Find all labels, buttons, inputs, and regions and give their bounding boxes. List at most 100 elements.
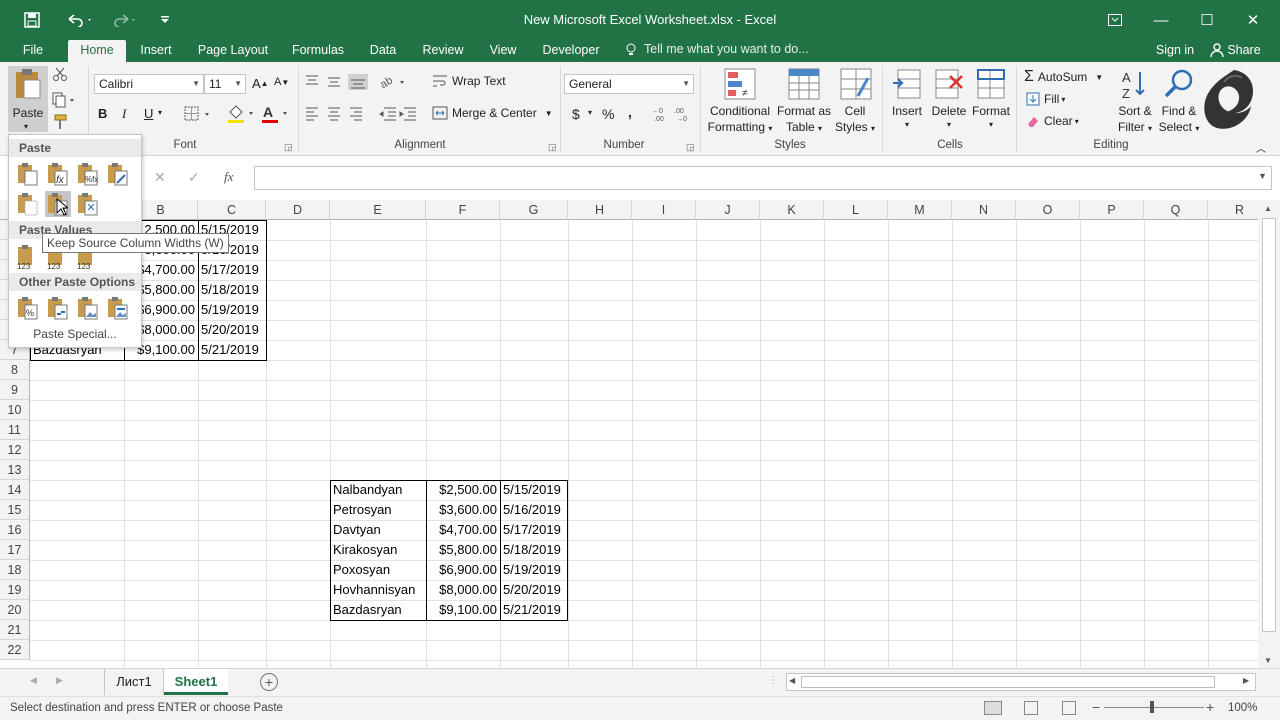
tab-review[interactable]: Review xyxy=(418,40,468,62)
row-header[interactable]: 19 xyxy=(0,580,30,600)
tab-split-handle[interactable]: ⋮ xyxy=(768,675,778,686)
table-cell[interactable]: Bazdasryan xyxy=(330,600,426,620)
dialog-launcher-icon[interactable]: ◲ xyxy=(284,142,293,153)
sheet-tab-list1[interactable]: Лист1 xyxy=(104,669,164,695)
undo-icon[interactable] xyxy=(62,8,96,32)
page-break-view-icon[interactable] xyxy=(1062,701,1076,715)
table-cell[interactable]: Kirakosyan xyxy=(330,540,426,560)
enter-icon[interactable]: ✓ xyxy=(188,169,200,186)
font-size-select[interactable]: 11 ▼ xyxy=(204,74,246,94)
table-cell[interactable]: Nalbandyan xyxy=(330,480,426,500)
zoom-out-icon[interactable]: − xyxy=(1092,699,1100,715)
table-cell[interactable]: 5/19/2019 xyxy=(500,560,568,580)
paste-button[interactable]: Paste ▾ xyxy=(8,66,48,132)
paste-values-icon[interactable]: 123 xyxy=(15,243,41,271)
format-painter-icon[interactable] xyxy=(52,114,68,130)
copy-icon[interactable] xyxy=(52,92,76,108)
tab-data[interactable]: Data xyxy=(364,40,402,62)
table-cell[interactable]: 5/20/2019 xyxy=(500,580,568,600)
h-scroll-thumb[interactable] xyxy=(801,676,1215,688)
paste-icon[interactable] xyxy=(15,161,41,187)
comma-button[interactable]: , xyxy=(628,104,632,120)
column-header-n[interactable]: N xyxy=(952,200,1016,220)
paste-transpose-icon[interactable] xyxy=(75,191,101,217)
vertical-scrollbar[interactable]: ▲ ▼ xyxy=(1258,200,1280,668)
scroll-right-icon[interactable]: ▶ xyxy=(1243,676,1249,685)
table-cell[interactable]: $8,000.00 xyxy=(426,580,500,600)
column-header-o[interactable]: O xyxy=(1016,200,1080,220)
column-header-h[interactable]: H xyxy=(568,200,632,220)
clear-button[interactable]: Clear ▾ xyxy=(1026,114,1079,128)
table-cell[interactable]: 5/21/2019 xyxy=(198,340,266,360)
chevron-down-icon[interactable]: ▾ xyxy=(588,108,592,117)
table-cell[interactable]: 5/15/2019 xyxy=(500,480,568,500)
table-cell[interactable]: 5/17/2019 xyxy=(198,260,266,280)
zoom-level[interactable]: 100% xyxy=(1228,702,1257,714)
table-cell[interactable]: Petrosyan xyxy=(330,500,426,520)
table-cell[interactable]: 5/17/2019 xyxy=(500,520,568,540)
italic-button[interactable]: I xyxy=(122,106,126,122)
table-cell[interactable]: 5/18/2019 xyxy=(500,540,568,560)
currency-button[interactable]: $ xyxy=(572,106,580,122)
redo-icon[interactable] xyxy=(108,8,142,32)
table-cell[interactable]: $5,800.00 xyxy=(426,540,500,560)
paste-no-borders-icon[interactable] xyxy=(15,191,41,217)
column-header-q[interactable]: Q xyxy=(1144,200,1208,220)
tab-page-layout[interactable]: Page Layout xyxy=(192,40,274,62)
decrease-font-icon[interactable]: A ▼ xyxy=(274,76,289,88)
table-cell[interactable]: $2,500.00 xyxy=(426,480,500,500)
column-header-f[interactable]: F xyxy=(426,200,500,220)
tab-file[interactable]: File xyxy=(14,40,52,62)
table-cell[interactable]: 5/18/2019 xyxy=(198,280,266,300)
table-cell[interactable]: 5/21/2019 xyxy=(500,600,568,620)
underline-button[interactable]: U xyxy=(144,106,153,121)
cell-styles-button[interactable]: Cell Styles ▾ xyxy=(832,66,878,136)
row-header[interactable]: 21 xyxy=(0,620,30,640)
fill-color-icon[interactable] xyxy=(226,104,256,124)
zoom-slider-thumb[interactable] xyxy=(1150,701,1154,713)
table-cell[interactable]: Hovhannisyan xyxy=(330,580,426,600)
ribbon-display-icon[interactable] xyxy=(1092,6,1138,34)
row-header[interactable]: 18 xyxy=(0,560,30,580)
paste-formulas-number-format-icon[interactable]: %fx xyxy=(75,161,101,187)
paste-link-icon[interactable] xyxy=(45,295,71,321)
tab-formulas[interactable]: Formulas xyxy=(288,40,348,62)
table-cell[interactable]: 5/19/2019 xyxy=(198,300,266,320)
paste-linked-picture-icon[interactable] xyxy=(105,295,131,321)
column-header-m[interactable]: M xyxy=(888,200,952,220)
fill-button[interactable]: Fill ▾ xyxy=(1026,92,1065,106)
tab-view[interactable]: View xyxy=(484,40,522,62)
table-cell[interactable]: $9,100.00 xyxy=(426,600,500,620)
customize-icon[interactable] xyxy=(156,8,174,32)
expand-formula-icon[interactable]: ▼ xyxy=(1258,171,1267,181)
row-header[interactable]: 16 xyxy=(0,520,30,540)
row-header[interactable]: 15 xyxy=(0,500,30,520)
borders-icon[interactable] xyxy=(184,106,212,122)
row-header[interactable]: 9 xyxy=(0,380,30,400)
column-header-e[interactable]: E xyxy=(330,200,426,220)
column-header-i[interactable]: I xyxy=(632,200,696,220)
align-left-icon[interactable] xyxy=(304,106,368,122)
close-button[interactable]: ✕ xyxy=(1230,6,1276,34)
decimal-icon[interactable]: ←0.00.00 →0 xyxy=(652,106,696,122)
row-header[interactable]: 14 xyxy=(0,480,30,500)
conditional-formatting-button[interactable]: ≠ Conditional Formatting ▾ xyxy=(706,66,774,136)
table-cell[interactable]: $4,700.00 xyxy=(426,520,500,540)
sign-in-link[interactable]: Sign in xyxy=(1150,40,1200,62)
row-header[interactable]: 17 xyxy=(0,540,30,560)
fx-icon[interactable]: fx xyxy=(224,169,233,185)
scroll-left-icon[interactable]: ◀ xyxy=(789,676,795,685)
wrap-text-button[interactable]: Wrap Text xyxy=(432,74,506,88)
table-cell[interactable]: $6,900.00 xyxy=(426,560,500,580)
paste-picture-icon[interactable] xyxy=(75,295,101,321)
maximize-button[interactable]: ☐ xyxy=(1184,6,1230,34)
formula-input[interactable] xyxy=(254,166,1272,190)
sheet-tab-sheet1[interactable]: Sheet1 xyxy=(164,669,228,695)
row-header[interactable]: 8 xyxy=(0,360,30,380)
cancel-icon[interactable]: ✕ xyxy=(154,169,166,186)
column-header-l[interactable]: L xyxy=(824,200,888,220)
row-header[interactable]: 11 xyxy=(0,420,30,440)
scroll-down-icon[interactable]: ▼ xyxy=(1264,656,1272,665)
row-header[interactable]: 20 xyxy=(0,600,30,620)
row-header[interactable]: 22 xyxy=(0,640,30,660)
